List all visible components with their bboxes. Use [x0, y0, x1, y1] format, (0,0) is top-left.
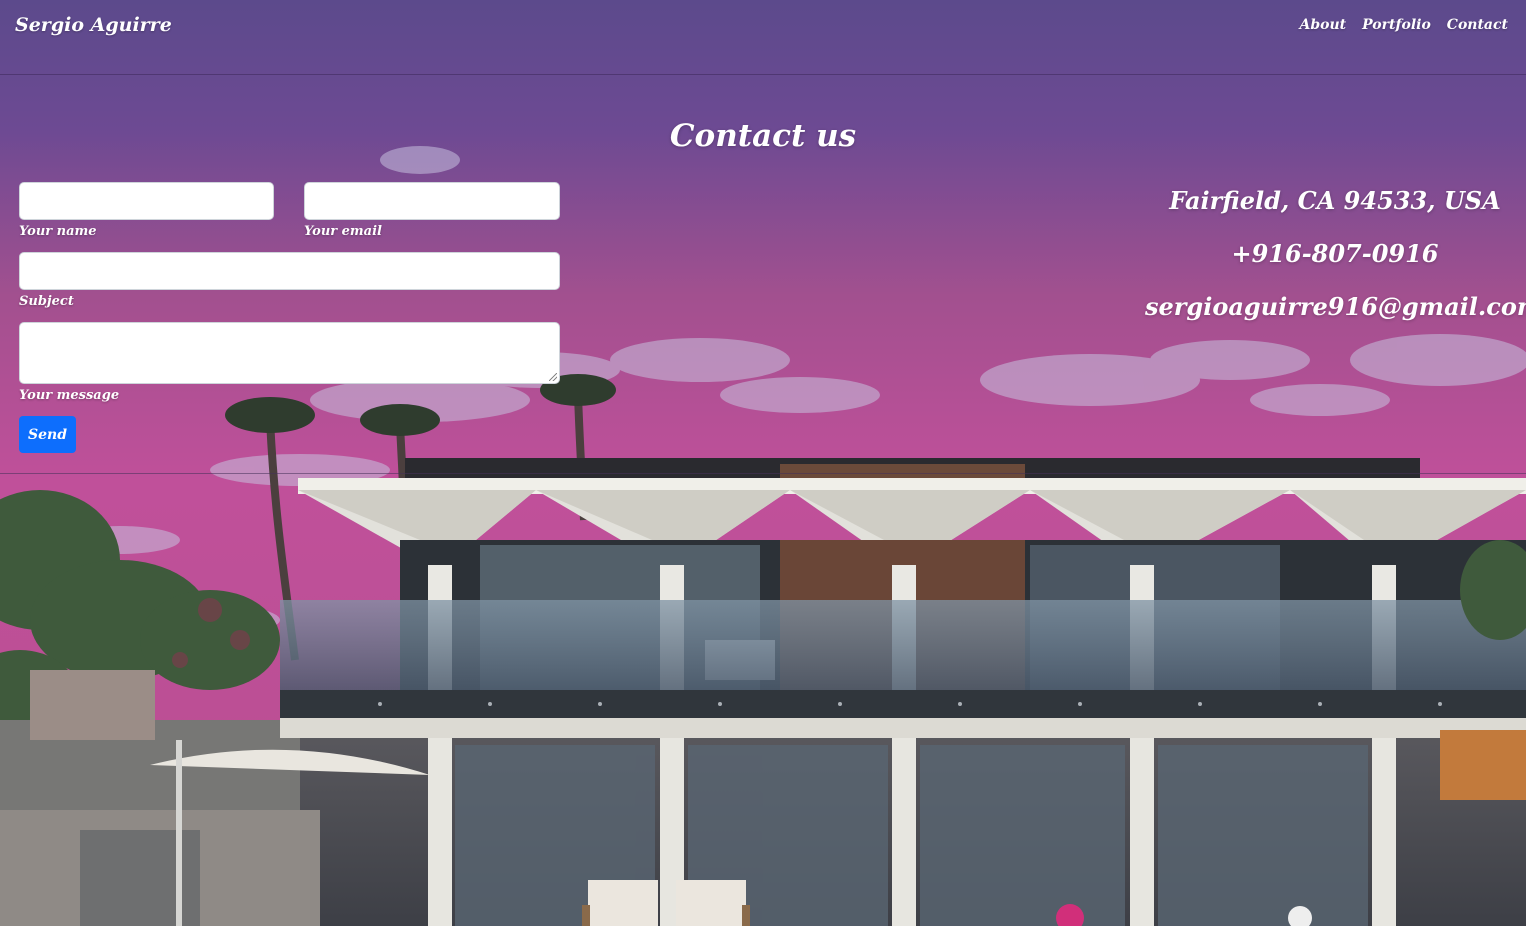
nav-links: About Portfolio Contact [1299, 17, 1508, 33]
navbar: Sergio Aguirre About Portfolio Contact [0, 0, 1526, 75]
page-title: Contact us [669, 118, 857, 154]
email-text[interactable]: sergioaguirre916@gmail.com [1145, 289, 1526, 342]
email-label: Your email [304, 224, 382, 239]
nav-link-contact[interactable]: Contact [1447, 17, 1508, 33]
name-label: Your name [19, 224, 97, 239]
subject-label: Subject [19, 294, 74, 309]
subject-input[interactable] [19, 252, 560, 290]
name-input[interactable] [19, 182, 274, 220]
email-input[interactable] [304, 182, 560, 220]
message-textarea[interactable] [19, 322, 560, 384]
nav-link-portfolio[interactable]: Portfolio [1362, 17, 1431, 33]
message-label: Your message [19, 388, 120, 403]
nav-link-about[interactable]: About [1299, 17, 1346, 33]
section-divider [0, 473, 1526, 474]
send-button[interactable]: Send [19, 416, 76, 453]
brand-logo[interactable]: Sergio Aguirre [15, 14, 172, 36]
contact-info: Fairfield, CA 94533, USA +916-807-0916 s… [1145, 183, 1526, 342]
address-text: Fairfield, CA 94533, USA [1169, 186, 1501, 215]
phone-text[interactable]: +916-807-0916 [1145, 236, 1525, 289]
resize-grip-icon[interactable] [549, 373, 557, 381]
